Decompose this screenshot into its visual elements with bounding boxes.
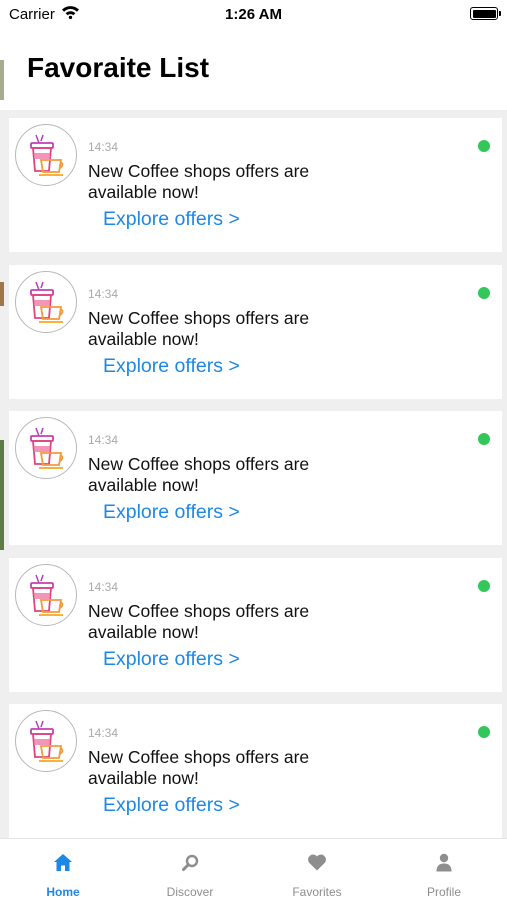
notification-card[interactable]: 14:34 New Coffee shops offers are availa… xyxy=(9,118,502,252)
coffee-cup-icon xyxy=(30,427,64,469)
coffee-shop-avatar xyxy=(15,271,77,333)
coffee-cup-icon xyxy=(30,720,64,762)
heart-icon xyxy=(254,853,380,873)
search-icon xyxy=(127,853,253,873)
tab-favorites-label: Favorites xyxy=(292,885,342,899)
notification-time: 14:34 xyxy=(88,433,119,447)
tab-discover-label: Discover xyxy=(166,885,214,899)
clock: 1:26 AM xyxy=(225,6,282,23)
explore-offers-link[interactable]: Explore offers > xyxy=(103,648,240,671)
notification-list[interactable]: 14:34 New Coffee shops offers are availa… xyxy=(0,110,507,838)
person-icon xyxy=(381,853,507,873)
coffee-cup-icon xyxy=(30,574,64,616)
explore-offers-link[interactable]: Explore offers > xyxy=(103,355,240,378)
notification-card[interactable]: 14:34 New Coffee shops offers are availa… xyxy=(9,558,502,692)
explore-offers-link[interactable]: Explore offers > xyxy=(103,208,240,231)
notification-message: New Coffee shops offers are available no… xyxy=(88,601,310,642)
tab-discover[interactable]: Discover xyxy=(127,839,253,900)
page-title: Favoraite List xyxy=(27,52,210,83)
unread-dot xyxy=(478,287,490,299)
tab-profile[interactable]: Profile xyxy=(381,839,507,900)
coffee-cup-icon xyxy=(30,281,64,323)
coffee-shop-avatar xyxy=(15,564,77,626)
home-icon xyxy=(0,853,126,873)
coffee-shop-avatar xyxy=(15,417,77,479)
notification-message: New Coffee shops offers are available no… xyxy=(88,454,310,495)
tab-bar: Home Discover Favorites Profile xyxy=(0,838,507,900)
coffee-shop-avatar xyxy=(15,124,77,186)
notification-message: New Coffee shops offers are available no… xyxy=(88,161,310,202)
tab-home-label: Home xyxy=(46,885,80,899)
notification-card[interactable]: 14:34 New Coffee shops offers are availa… xyxy=(9,265,502,399)
tab-profile-label: Profile xyxy=(426,885,461,899)
notification-time: 14:34 xyxy=(88,726,119,740)
tab-home[interactable]: Home xyxy=(0,839,126,900)
page-header: Favoraite List xyxy=(0,30,507,110)
notification-time: 14:34 xyxy=(88,287,119,301)
tab-favorites[interactable]: Favorites xyxy=(254,839,380,900)
background-strip-green-1 xyxy=(0,60,4,100)
notification-time: 14:34 xyxy=(88,140,119,154)
unread-dot xyxy=(478,140,490,152)
notification-message: New Coffee shops offers are available no… xyxy=(88,308,310,349)
status-bar: Carrier 1:26 AM xyxy=(0,0,507,30)
battery-icon xyxy=(470,7,501,20)
unread-dot xyxy=(478,433,490,445)
explore-offers-link[interactable]: Explore offers > xyxy=(103,794,240,817)
explore-offers-link[interactable]: Explore offers > xyxy=(103,501,240,524)
unread-dot xyxy=(478,726,490,738)
coffee-cup-icon xyxy=(30,134,64,176)
notification-card[interactable]: 14:34 New Coffee shops offers are availa… xyxy=(9,704,502,838)
notification-time: 14:34 xyxy=(88,580,119,594)
coffee-shop-avatar xyxy=(15,710,77,772)
unread-dot xyxy=(478,580,490,592)
notification-card[interactable]: 14:34 New Coffee shops offers are availa… xyxy=(9,411,502,545)
notification-message: New Coffee shops offers are available no… xyxy=(88,747,310,788)
